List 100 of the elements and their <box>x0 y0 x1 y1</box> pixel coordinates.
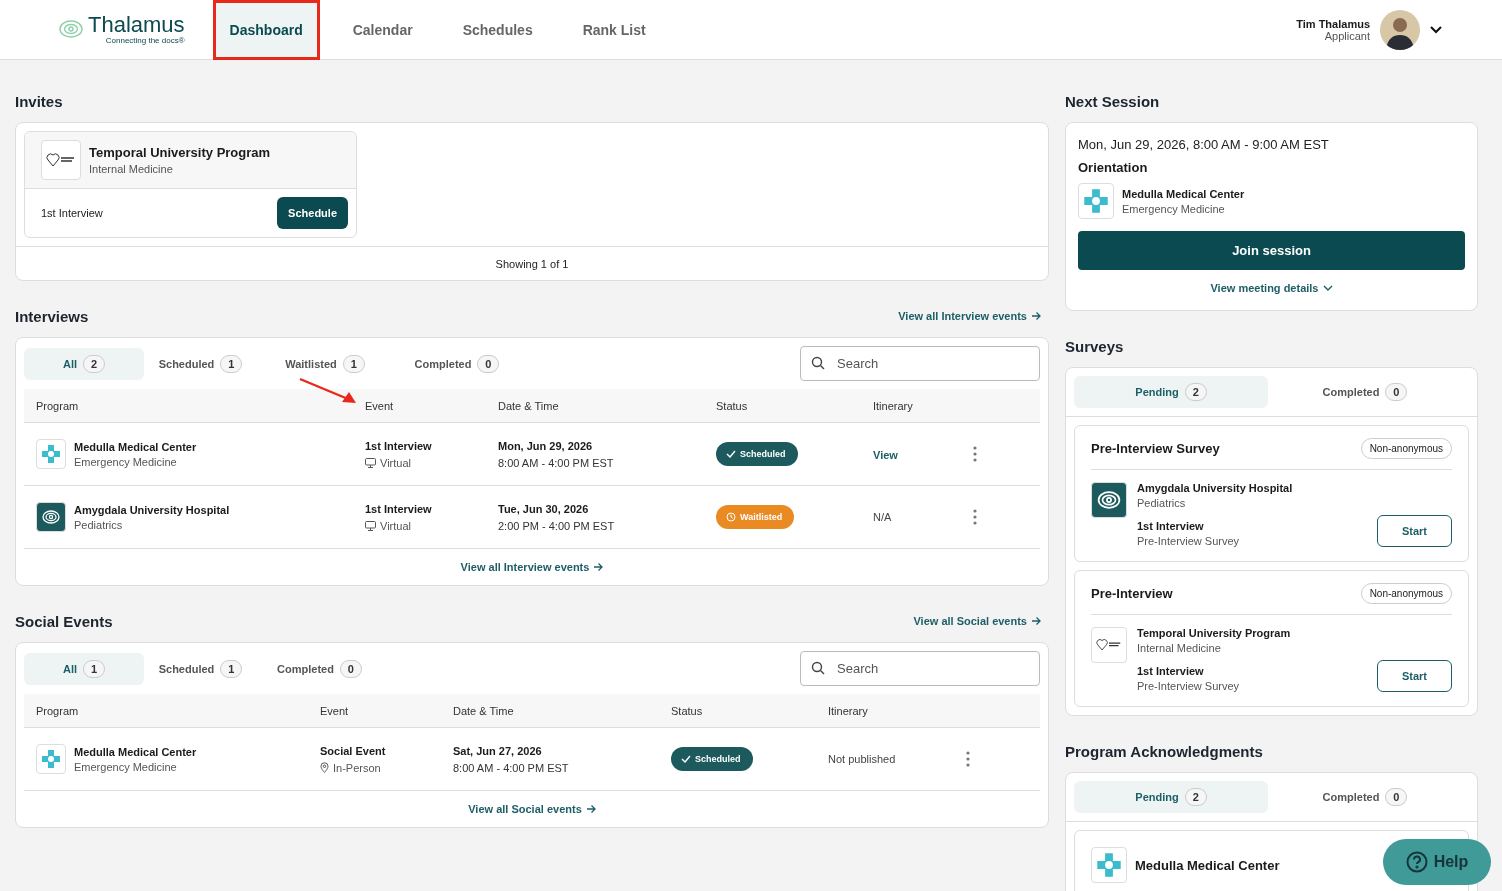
event-time: 8:00 AM - 4:00 PM EST <box>498 456 615 469</box>
section-title: Social Events <box>15 612 113 630</box>
heart-logo-icon <box>46 151 76 169</box>
filter-tab[interactable]: Waitlisted 1 <box>257 347 393 380</box>
start-button[interactable]: Start <box>1377 515 1452 547</box>
help-button[interactable]: Help <box>1383 839 1491 885</box>
filter-tab[interactable]: Completed 0 <box>393 347 521 380</box>
filter-tab[interactable]: Pending 2 <box>1074 781 1268 813</box>
section-title: Next Session <box>1065 92 1160 110</box>
view-all-link[interactable]: View all Social events <box>468 803 596 815</box>
event-mode: In-Person <box>320 761 441 774</box>
specialty: Internal Medicine <box>1137 642 1222 654</box>
specialty: Emergency Medicine <box>1122 202 1226 215</box>
nav-tab[interactable]: Rank List <box>565 0 663 60</box>
search-field[interactable]: Search <box>800 651 1040 686</box>
filter-tab[interactable]: Completed 0 <box>1268 376 1462 408</box>
cross-logo-icon <box>1083 188 1109 214</box>
schedule-button[interactable]: Schedule <box>277 197 348 229</box>
avatar[interactable] <box>1380 9 1420 50</box>
count-badge: 0 <box>339 659 362 678</box>
meeting-details-link[interactable]: View meeting details <box>1210 282 1333 294</box>
arrow-right-icon <box>1031 616 1041 626</box>
count-badge: 1 <box>342 354 365 373</box>
filter-tab[interactable]: Completed 0 <box>1268 781 1462 813</box>
heart-logo-icon <box>1096 637 1122 653</box>
filter-tab[interactable]: Scheduled 1 <box>144 652 257 685</box>
view-all-link[interactable]: View all Interview events <box>898 310 1041 322</box>
count-badge: 1 <box>83 659 106 678</box>
more-button[interactable] <box>971 446 979 462</box>
survey-title: Pre-Interview <box>1091 586 1173 601</box>
chevron-down-icon[interactable] <box>1430 25 1442 34</box>
event-time: 8:00 AM - 4:00 PM EST <box>453 761 570 774</box>
view-all-link[interactable]: View all Social events <box>913 615 1041 627</box>
filter-tab[interactable]: All 1 <box>24 652 144 685</box>
session-datetime: Mon, Jun 29, 2026, 8:00 AM - 9:00 AM EST <box>1078 137 1330 152</box>
column-header: Date & Time <box>452 704 515 717</box>
section-title: Program Acknowledgments <box>1065 742 1263 760</box>
survey-title: Pre-Interview Survey <box>1091 441 1220 456</box>
itinerary-text: N/A <box>873 511 892 523</box>
event-name: 1st Interview <box>365 502 433 515</box>
count-badge: 2 <box>83 354 106 373</box>
nav-tab[interactable]: Schedules <box>445 0 550 60</box>
count-badge: 1 <box>220 354 243 373</box>
specialty: Pediatrics <box>1137 497 1187 509</box>
user-role: Applicant <box>1324 29 1370 42</box>
session-name: Orientation <box>1078 160 1149 175</box>
event-date: Mon, Jun 29, 2026 <box>498 439 594 452</box>
view-all-link[interactable]: View all Interview events <box>460 561 604 573</box>
program-name: Amygdala University Hospital <box>1137 482 1294 494</box>
more-icon <box>973 509 977 525</box>
column-header: Itinerary <box>872 399 914 412</box>
nav-tab[interactable]: Dashboard <box>212 0 320 60</box>
count-badge: 0 <box>1385 788 1408 806</box>
column-header: Program <box>35 399 80 412</box>
program-name: Medulla Medical Center <box>74 745 197 758</box>
question-icon <box>1405 851 1428 873</box>
monitor-icon <box>365 457 376 468</box>
count-badge: 0 <box>1385 383 1408 401</box>
itinerary-text: Not published <box>828 753 896 765</box>
arrow-right-icon <box>585 804 596 814</box>
search-field[interactable]: Search <box>800 346 1040 381</box>
column-header: Status <box>715 399 749 412</box>
filter-tab[interactable]: All 2 <box>24 347 144 380</box>
arrow-right-icon <box>1031 311 1041 321</box>
event-date: Tue, Jun 30, 2026 <box>498 502 590 515</box>
column-header: Itinerary <box>827 704 869 717</box>
specialty: Emergency Medicine <box>74 455 178 468</box>
itinerary-link[interactable]: View <box>873 449 898 461</box>
check-icon <box>681 755 691 763</box>
cross-logo-icon <box>41 749 61 769</box>
event-mode: Virtual <box>365 456 486 469</box>
count-badge: 2 <box>1184 788 1207 806</box>
status-badge: Scheduled <box>716 442 798 466</box>
event-date: Sat, Jun 27, 2026 <box>453 744 543 757</box>
search-icon <box>811 661 825 675</box>
event-name: 1st Interview <box>1137 665 1205 677</box>
status-badge: Waitlisted <box>716 505 795 529</box>
specialty: Emergency Medicine <box>74 760 178 773</box>
clock-icon <box>726 512 736 522</box>
program-name: Temporal University Program <box>89 145 271 160</box>
arrow-right-icon <box>593 562 604 572</box>
filter-tab[interactable]: Completed 0 <box>257 652 382 685</box>
more-button[interactable] <box>971 509 979 525</box>
program-name: Medulla Medical Center <box>1122 187 1245 200</box>
filter-tab[interactable]: Scheduled 1 <box>144 347 257 380</box>
nav-tab[interactable]: Calendar <box>335 0 430 60</box>
cross-logo-icon <box>41 444 61 464</box>
location-pin-icon <box>320 762 329 773</box>
start-button[interactable]: Start <box>1377 660 1452 692</box>
join-session-button[interactable]: Join session <box>1078 231 1465 270</box>
search-icon <box>811 356 825 370</box>
survey-name: Pre-Interview Survey <box>1137 680 1240 692</box>
column-header: Date & Time <box>497 399 560 412</box>
cross-logo-icon <box>1096 852 1122 878</box>
brand-logo-icon <box>58 18 84 41</box>
brand-tagline: Connecting the docs® <box>105 36 185 45</box>
more-button[interactable] <box>964 751 972 767</box>
user-name: Tim Thalamus <box>1296 17 1370 30</box>
monitor-icon <box>365 520 376 531</box>
filter-tab[interactable]: Pending 2 <box>1074 376 1268 408</box>
